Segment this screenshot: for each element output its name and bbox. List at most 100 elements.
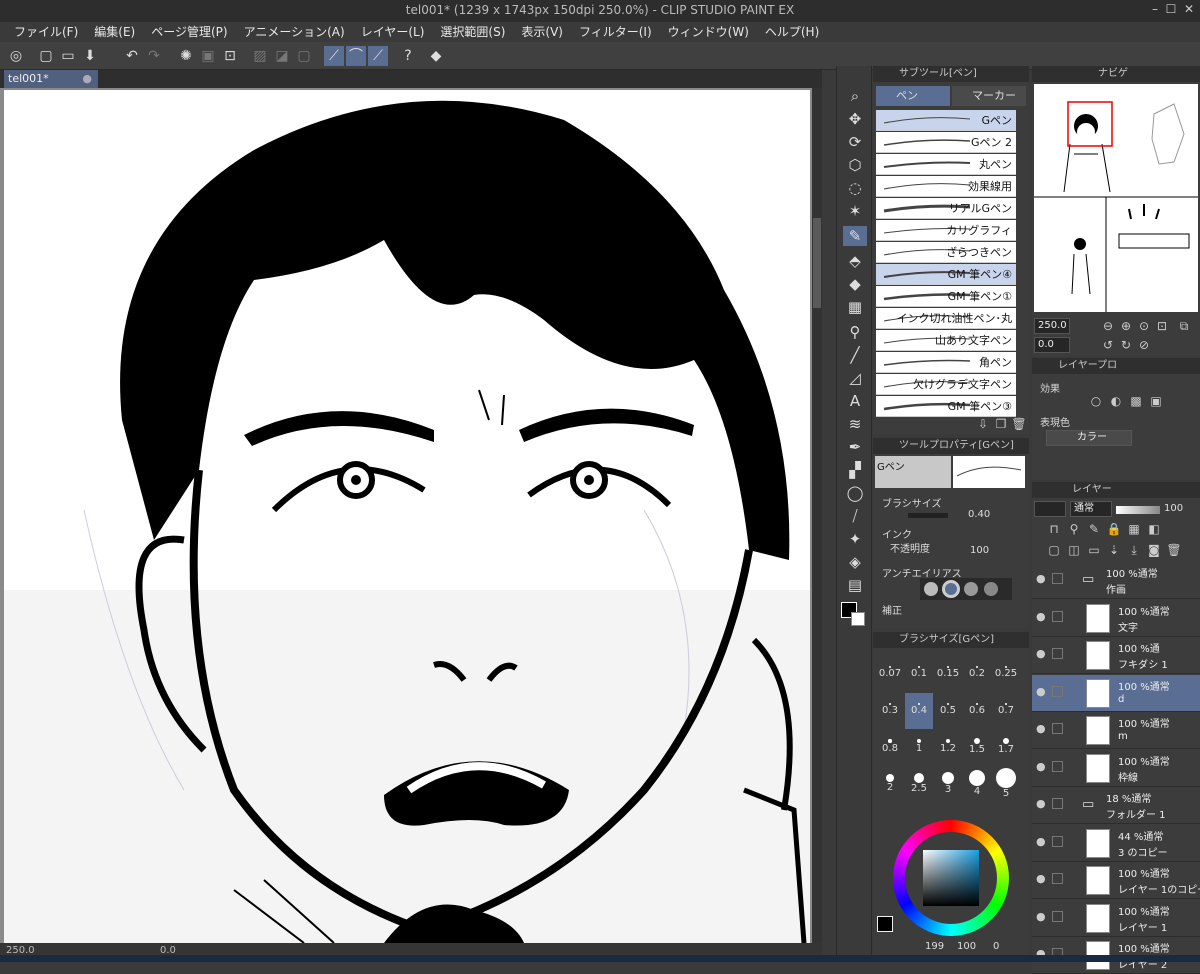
drawing-canvas[interactable] [4,90,810,943]
tab-marker[interactable]: マーカー [952,86,1026,106]
menu-view[interactable]: 表示(V) [513,22,571,42]
layer-select-checkbox[interactable] [1052,610,1063,622]
draft-layer-icon[interactable]: ✎ [1086,521,1102,537]
eyedropper-icon[interactable]: ⧸ [843,506,867,526]
zoom-out-icon[interactable]: ⊖ [1100,318,1116,334]
fill-bucket-icon[interactable]: ⬘ [843,251,867,271]
expression-color-select[interactable]: カラー [1046,430,1132,446]
trash-icon[interactable]: 🗑 [1011,416,1027,432]
brush-item[interactable]: ざらつきペン [876,242,1016,263]
download-icon[interactable]: ⇩ [975,416,991,432]
delete-layer-icon[interactable]: 🗑 [1166,542,1182,558]
antialias-medium-icon[interactable] [964,582,978,596]
sub-color-swatch[interactable] [851,612,865,626]
brush-size-preset[interactable]: 4 [963,767,991,803]
blend-mode-select[interactable]: 通常 [1070,501,1112,517]
brush-size-preset[interactable]: 2.5 [905,767,933,803]
canvas-vertical-scrollbar[interactable] [812,88,822,943]
figure-tool-icon[interactable]: ⚲ [843,322,867,342]
brush-size-value[interactable]: 0.40 [968,509,990,520]
correct-line-icon[interactable]: ≋ [843,414,867,434]
layer-select-checkbox[interactable] [1052,760,1063,772]
navigator-preview[interactable] [1034,84,1198,312]
brush-item[interactable]: GM 筆ペン④ [876,264,1016,285]
decoration-tool-icon[interactable]: ✦ [843,529,867,549]
brush-size-slider[interactable] [908,513,948,518]
save-icon[interactable]: ⬇ [80,46,100,66]
layer-row[interactable]: ● 100 %通常 m [1032,712,1200,749]
brush-item[interactable]: 効果線用 [876,176,1016,197]
menu-help[interactable]: ヘルプ(H) [757,22,827,42]
tab-pen[interactable]: ペン [876,86,950,106]
zoom-in-icon[interactable]: ⊕ [1118,318,1134,334]
brush-size-preset[interactable]: 0.15 [934,656,962,692]
antialias-strong-icon[interactable] [984,582,998,596]
new-raster-layer-icon[interactable]: ▢ [1046,542,1062,558]
layer-mask-icon[interactable]: ◙ [1146,542,1162,558]
reference-layer-icon[interactable]: ⚲ [1066,521,1082,537]
saturation-value[interactable]: 100 [957,941,976,952]
antialias-none-icon[interactable] [924,582,938,596]
flip-icon[interactable]: ⧉ [1176,318,1192,334]
visibility-eye-icon[interactable]: ● [1036,610,1046,623]
merge-down-icon[interactable]: ⤓ [1126,542,1142,558]
blend-tool-icon[interactable]: ◈ [843,552,867,572]
menu-layer[interactable]: レイヤー(L) [353,22,433,42]
maximize-icon[interactable]: ☐ [1162,2,1180,18]
rotate-right-icon[interactable]: ↻ [1118,337,1134,353]
brush-size-preset[interactable]: 0.1 [905,656,933,692]
brush-item[interactable]: Gペン [876,110,1016,131]
layer-select-checkbox[interactable] [1052,873,1063,884]
layer-select-checkbox[interactable] [1052,573,1063,584]
menu-page[interactable]: ページ管理(P) [143,22,235,42]
fill-selection-icon[interactable]: ▣ [198,46,218,66]
antialias-weak-icon[interactable] [942,580,960,598]
hue-value[interactable]: 199 [925,941,944,952]
visibility-eye-icon[interactable]: ● [1036,835,1046,848]
grid-snap-icon[interactable]: ⟋ [368,46,388,66]
color-mode-icon[interactable]: ◆ [426,46,446,66]
clear-icon[interactable]: ✺ [176,46,196,66]
special-ruler-snap-icon[interactable]: ⌒ [346,46,366,66]
layer-select-checkbox[interactable] [1052,835,1063,847]
brush-size-preset[interactable]: 3 [934,767,962,803]
brush-size-preset[interactable]: 1.2 [934,730,962,766]
duplicate-icon[interactable]: ❐ [993,416,1009,432]
line-tool-icon[interactable]: ╱ [843,345,867,365]
copy-to-lower-icon[interactable]: ⇣ [1106,542,1122,558]
layer-opacity-value[interactable]: 100 [1164,503,1183,514]
undo-icon[interactable]: ↶ [122,46,142,66]
frame-icon[interactable]: ▢ [294,46,314,66]
layer-select-checkbox[interactable] [1052,723,1063,734]
rotate-left-icon[interactable]: ↺ [1100,337,1116,353]
brush-size-preset[interactable]: 0.8 [876,730,904,766]
tone-effect-icon[interactable]: ▩ [1128,393,1144,409]
brush-item[interactable]: GM 筆ペン③ [876,396,1016,417]
layer-row[interactable]: ● ▭ 18 %通常 フォルダー 1 [1032,787,1200,824]
layer-color-effect-icon[interactable]: ▣ [1148,393,1164,409]
eraser-tool-icon[interactable]: ◆ [843,274,867,294]
menu-selection[interactable]: 選択範囲(S) [432,22,513,42]
brush-size-preset[interactable]: 1.7 [992,730,1020,766]
gradient-tool-icon[interactable]: ▦ [843,297,867,317]
lasso-tool-icon[interactable]: ◌ [843,178,867,198]
visibility-eye-icon[interactable]: ● [1036,647,1046,660]
brush-item[interactable]: 欠けグラデ文字ペン [876,374,1016,395]
layer-select-checkbox[interactable] [1052,910,1063,922]
operation-tool-icon[interactable]: ⟳ [843,132,867,152]
document-tab[interactable]: tel001* ● [4,70,98,88]
brightness-value[interactable]: 0 [993,941,999,952]
clip-studio-icon[interactable]: ◎ [6,46,26,66]
visibility-eye-icon[interactable]: ● [1036,910,1046,923]
visibility-eye-icon[interactable]: ● [1036,572,1046,585]
saturation-value-box[interactable] [923,850,979,906]
navigator-zoom-field[interactable]: 250.0 [1034,318,1070,334]
balloon-tool-icon[interactable]: ◯ [843,483,867,503]
color-wheel[interactable] [893,820,1009,936]
menu-animation[interactable]: アニメーション(A) [236,22,353,42]
opacity-value[interactable]: 100 [970,545,989,556]
brush-item[interactable]: Gペン 2 [876,132,1016,153]
transform-icon[interactable]: ⊡ [220,46,240,66]
visibility-eye-icon[interactable]: ● [1036,685,1046,698]
brush-size-preset[interactable]: 0.7 [992,693,1020,729]
